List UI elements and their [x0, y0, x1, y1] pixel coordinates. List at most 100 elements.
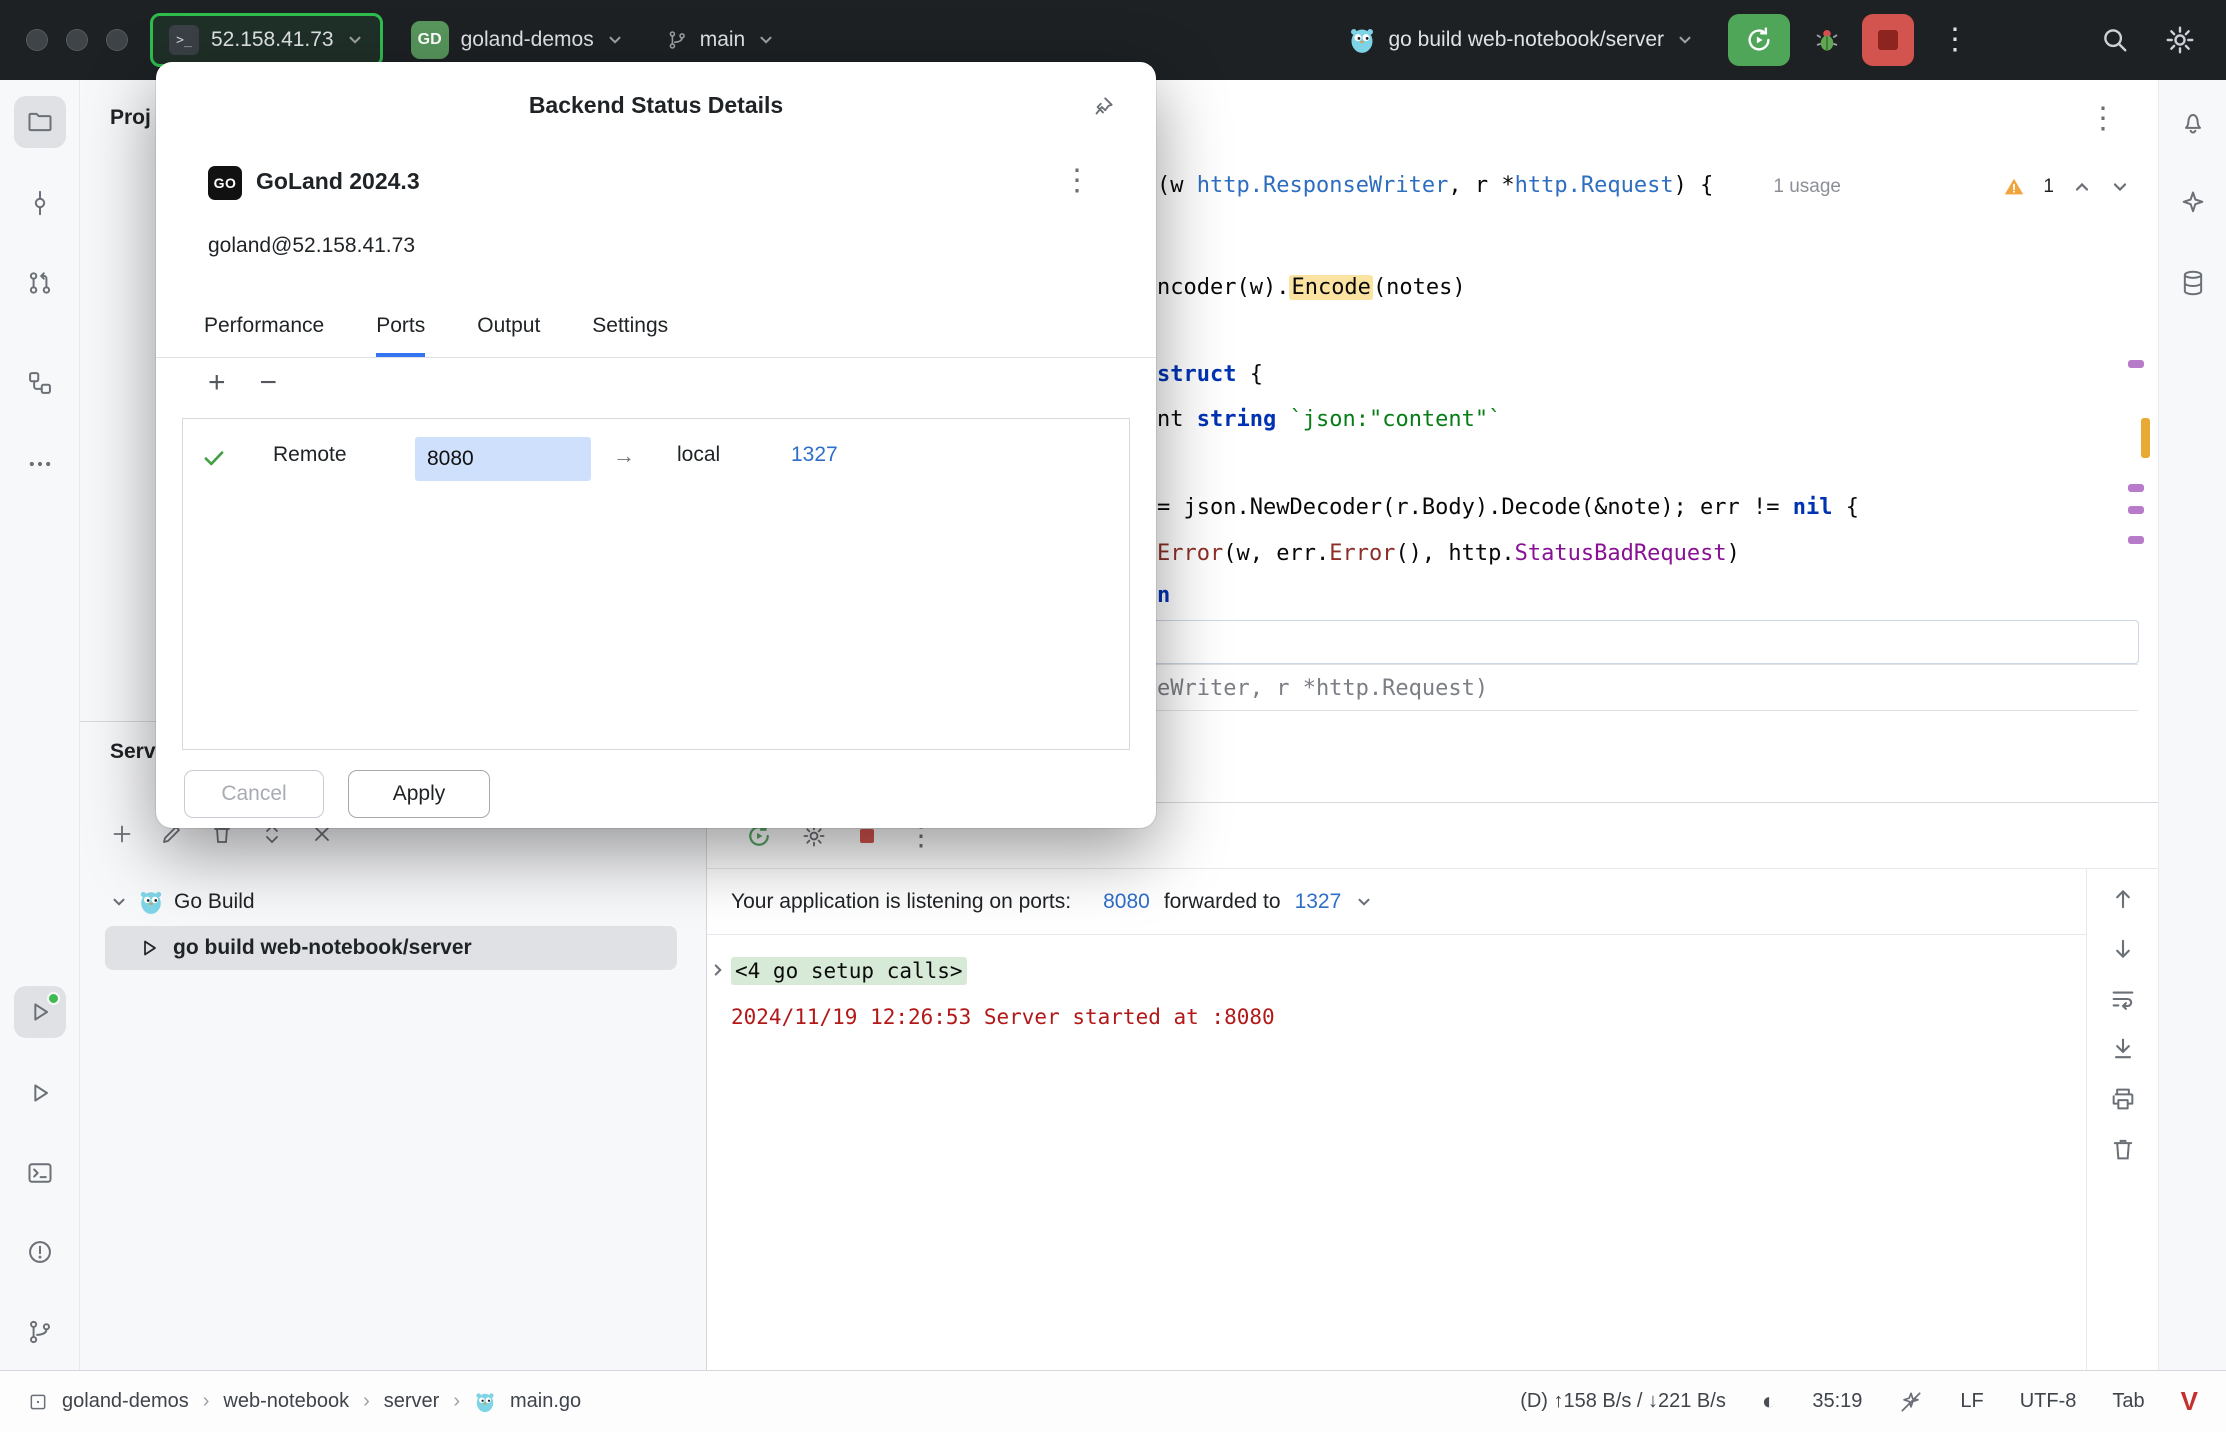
line-separator-widget[interactable]: LF: [1960, 1390, 1983, 1413]
play-icon: [144, 940, 156, 956]
port-forwarding-row[interactable]: Remote → local 1327: [183, 435, 1129, 483]
console-output[interactable]: <4 go setup calls> 2024/11/19 12:26:53 S…: [707, 935, 2086, 1370]
code-line: Error(w, err.Error(), http.StatusBadRequ…: [1157, 532, 1740, 576]
local-port-link[interactable]: 1327: [1295, 890, 1342, 914]
add-icon[interactable]: [110, 822, 134, 846]
code-segment: {: [1832, 495, 1860, 520]
code-segment: http.ResponseWriter: [1196, 173, 1449, 198]
breadcrumb-item[interactable]: web-notebook: [223, 1390, 349, 1413]
chevron-up-icon[interactable]: [2072, 177, 2092, 197]
remote-host-widget[interactable]: >_ 52.158.41.73: [150, 13, 383, 67]
chevron-down-icon: [760, 36, 772, 44]
commit-toolwindow-button[interactable]: [14, 177, 66, 229]
pin-icon[interactable]: [1090, 94, 1116, 120]
chevron-down-icon[interactable]: [2110, 177, 2130, 197]
soft-wrap-icon[interactable]: [2109, 985, 2137, 1013]
settings-gear-icon[interactable]: [2164, 24, 2196, 56]
add-port-icon[interactable]: +: [208, 368, 226, 398]
tree-node-go-build[interactable]: Go Build: [110, 880, 255, 924]
code-segment: (notes): [1372, 275, 1466, 300]
terminal-toolwindow-button[interactable]: [14, 1147, 66, 1199]
project-badge: GD: [410, 21, 449, 59]
tab-settings[interactable]: Settings: [592, 314, 668, 357]
run-configuration-widget[interactable]: go build web-notebook/server: [1338, 13, 1704, 67]
minimize-window-button[interactable]: [66, 29, 88, 51]
breadcrumb-separator: ›: [202, 1390, 210, 1412]
services-pane-title: Serv: [110, 740, 156, 763]
warning-count: 1: [2043, 176, 2054, 197]
gopher-icon: [476, 1392, 494, 1412]
problems-toolwindow-button[interactable]: [14, 1226, 66, 1278]
pull-requests-toolwindow-button[interactable]: [14, 257, 66, 309]
ideavim-icon[interactable]: V: [2181, 1386, 2198, 1417]
inspection-widget[interactable]: 1: [2003, 176, 2130, 198]
print-icon[interactable]: [2109, 1085, 2137, 1113]
code-line: = json.NewDecoder(r.Body).Decode(&note);…: [1157, 486, 1859, 530]
titlebar-more-icon[interactable]: ⋮: [1940, 25, 1970, 55]
debug-button[interactable]: [1812, 25, 1842, 55]
popup-more-icon[interactable]: ⋮: [1062, 166, 1092, 196]
module-icon: [30, 1394, 46, 1409]
stop-button[interactable]: [1862, 14, 1914, 66]
encoding-widget[interactable]: UTF-8: [2020, 1390, 2077, 1413]
remove-port-icon[interactable]: −: [260, 368, 278, 398]
console-folded-region[interactable]: <4 go setup calls>: [731, 949, 967, 993]
fold-chevron-icon[interactable]: [709, 961, 727, 979]
project-widget[interactable]: GD goland-demos: [401, 13, 634, 67]
structure-toolwindow-button[interactable]: [14, 357, 66, 409]
breadcrumb-file[interactable]: main.go: [510, 1390, 581, 1413]
goland-logo: GO: [208, 166, 242, 200]
branch-widget[interactable]: main: [656, 13, 786, 67]
tab-performance[interactable]: Performance: [204, 314, 324, 357]
caret-position-widget[interactable]: 35:19: [1812, 1390, 1862, 1413]
indent-widget[interactable]: Tab: [2112, 1390, 2144, 1413]
code-segment: ) {: [1673, 173, 1714, 198]
forwarded-port-link[interactable]: 8080: [1103, 890, 1150, 914]
tab-ports[interactable]: Ports: [376, 314, 426, 357]
close-window-button[interactable]: [26, 29, 48, 51]
breadcrumb-item[interactable]: server: [384, 1390, 440, 1413]
project-toolwindow-button[interactable]: [14, 96, 66, 148]
run-toolwindow-button[interactable]: [14, 986, 66, 1038]
more-dots-icon: [29, 461, 51, 467]
scroll-to-end-icon[interactable]: [2109, 1035, 2137, 1063]
tree-item-run-config[interactable]: go build web-notebook/server: [105, 926, 677, 970]
trash-icon[interactable]: [2109, 1135, 2137, 1163]
remote-port-input[interactable]: [415, 437, 591, 481]
popup-tabs: Performance Ports Output Settings: [156, 300, 1156, 358]
contrast-icon[interactable]: ◐: [1762, 1388, 1777, 1416]
account-label: goland@52.158.41.73: [208, 234, 415, 257]
local-port-value[interactable]: 1327: [791, 443, 838, 467]
project-name: goland-demos: [460, 28, 594, 51]
breadcrumb-item[interactable]: goland-demos: [62, 1390, 189, 1413]
console-line: 2024/11/19 12:26:53 Server started at :8…: [731, 1005, 1275, 1029]
apply-button[interactable]: Apply: [348, 770, 490, 818]
ai-status-icon[interactable]: [1898, 1389, 1924, 1415]
chevron-down-icon: [609, 36, 621, 44]
chevron-down-icon[interactable]: [1355, 893, 1373, 911]
gopher-icon: [1351, 29, 1374, 53]
editor-more-icon[interactable]: ⋮: [2088, 104, 2118, 134]
rerun-button[interactable]: [1728, 14, 1790, 66]
more-toolwindows-button[interactable]: [14, 438, 66, 490]
notifications-button[interactable]: [2175, 104, 2211, 140]
search-icon[interactable]: [2100, 25, 2130, 55]
arrow-down-icon[interactable]: [2109, 935, 2137, 963]
ai-assistant-button[interactable]: [2175, 185, 2211, 221]
execute-toolwindow-button[interactable]: [14, 1067, 66, 1119]
code-segment: , r *: [1448, 173, 1515, 198]
tab-output[interactable]: Output: [477, 314, 540, 357]
version-control-toolwindow-button[interactable]: [14, 1306, 66, 1358]
cancel-button[interactable]: Cancel: [184, 770, 324, 818]
arrow-up-icon[interactable]: [2109, 885, 2137, 913]
database-button[interactable]: [2175, 265, 2211, 301]
code-segment: Encode: [1289, 275, 1373, 300]
product-name: GoLand 2024.3: [256, 168, 420, 194]
chevron-down-icon: [1679, 36, 1691, 44]
code-line: nt string `json:"content"`: [1157, 398, 1501, 442]
transfer-rate-widget[interactable]: (D) ↑158 B/s / ↓221 B/s: [1520, 1390, 1726, 1413]
maximize-window-button[interactable]: [106, 29, 128, 51]
port-type-label: Remote: [273, 443, 347, 466]
project-pane-title: Proj: [110, 106, 151, 129]
code-line: eWriter, r *http.Request): [1157, 667, 1488, 711]
